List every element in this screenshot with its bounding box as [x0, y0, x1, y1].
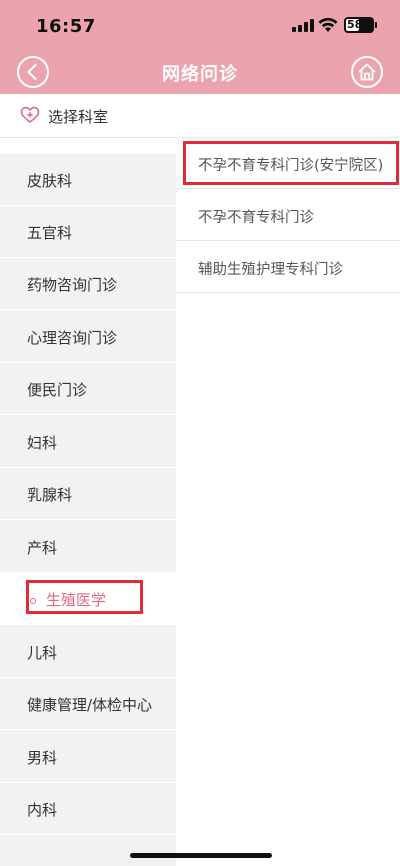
dept-label: 药物咨询门诊 — [27, 276, 118, 294]
status-bar: 16:57 58 — [0, 0, 400, 52]
status-time: 16:57 — [36, 16, 96, 37]
dept-label: 妇科 — [27, 434, 58, 452]
battery-level: 58 — [347, 18, 363, 31]
dept-item-gynecology[interactable]: 妇科 — [0, 416, 176, 468]
dept-item-breast[interactable]: 乳腺科 — [0, 468, 176, 520]
top-bar: 16:57 58 网络问诊 — [0, 0, 400, 94]
dept-item-drug-consult[interactable]: 药物咨询门诊 — [0, 258, 176, 310]
dept-item-convenience[interactable]: 便民门诊 — [0, 363, 176, 415]
section-label: 选择科室 — [48, 108, 109, 126]
dept-label: 心理咨询门诊 — [27, 329, 118, 347]
dept-item-reproductive-medicine[interactable]: 生殖医学 — [0, 573, 176, 625]
signal-icon — [292, 19, 314, 32]
dept-item-health-management[interactable]: 健康管理/体检中心 — [0, 678, 176, 730]
dept-label: 便民门诊 — [27, 381, 88, 399]
selected-dot-icon — [30, 598, 36, 604]
dept-label: 生殖医学 — [46, 591, 107, 609]
home-button[interactable] — [351, 56, 383, 88]
select-department-bar: 选择科室 — [0, 94, 400, 138]
dept-item-internal-medicine[interactable]: 内科 — [0, 783, 176, 835]
wifi-icon — [318, 17, 338, 32]
clinic-item-infertility[interactable]: 不孕不育专科门诊 — [176, 190, 400, 241]
clinic-item-art-nursing[interactable]: 辅助生殖护理专科门诊 — [176, 242, 400, 293]
clinic-item-infertility-anning[interactable]: 不孕不育专科门诊(安宁院区) — [176, 138, 400, 189]
home-indicator[interactable] — [130, 853, 272, 858]
dept-label: 五官科 — [27, 224, 73, 242]
dept-item-pediatrics[interactable]: 儿科 — [0, 626, 176, 678]
dept-label: 内科 — [27, 801, 58, 819]
clinic-label: 辅助生殖护理专科门诊 — [198, 262, 343, 278]
clinic-list: 不孕不育专科门诊(安宁院区) 不孕不育专科门诊 辅助生殖护理专科门诊 — [176, 138, 400, 298]
dept-label: 健康管理/体检中心 — [27, 696, 153, 714]
dept-label: 皮肤科 — [27, 172, 73, 190]
dept-item-psych-consult[interactable]: 心理咨询门诊 — [0, 311, 176, 363]
dept-label: 产科 — [27, 539, 58, 557]
battery-tip — [375, 22, 377, 28]
dept-item-obstetrics[interactable]: 产科 — [0, 521, 176, 573]
home-icon — [358, 63, 376, 81]
dept-label: 男科 — [27, 749, 58, 767]
clinic-label: 不孕不育专科门诊(安宁院区) — [198, 158, 384, 174]
dept-item-andrology[interactable]: 男科 — [0, 731, 176, 783]
dept-label: 儿科 — [27, 644, 58, 662]
clinic-label: 不孕不育专科门诊 — [198, 210, 314, 226]
dept-item-ent[interactable]: 五官科 — [0, 206, 176, 258]
dept-item-skin[interactable]: 皮肤科 — [0, 154, 176, 206]
page-title: 网络问诊 — [162, 64, 238, 85]
department-list: 皮肤科 五官科 药物咨询门诊 心理咨询门诊 便民门诊 妇科 乳腺科 产科 生殖医… — [0, 154, 176, 866]
battery-icon: 58 — [344, 17, 374, 33]
heart-plus-icon — [20, 106, 40, 124]
dept-label: 乳腺科 — [27, 486, 73, 504]
